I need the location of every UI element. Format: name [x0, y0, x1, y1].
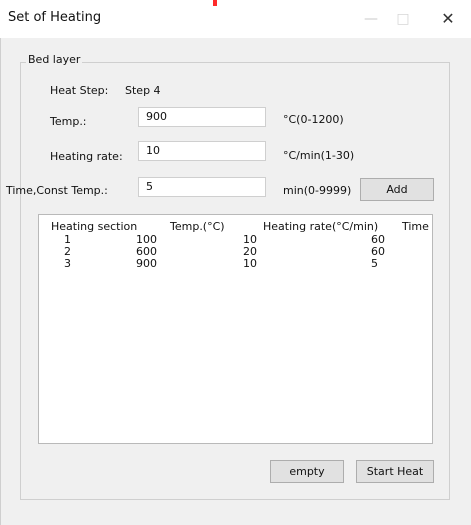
- start-heat-button[interactable]: Start Heat: [356, 460, 434, 483]
- window-left-edge: [0, 38, 1, 525]
- table-cell: 900: [136, 257, 157, 270]
- temp-range: °C(0-1200): [283, 113, 344, 126]
- time-const-label: Time,Const Temp.:: [6, 184, 108, 197]
- column-header-temp[interactable]: Temp.(°C): [170, 221, 225, 233]
- window-title: Set of Heating: [8, 10, 102, 25]
- heating-sections-table[interactable]: Heating section Temp.(°C) Heating rate(°…: [38, 214, 433, 444]
- temp-label: Temp.:: [50, 115, 87, 128]
- group-label: Bed layer: [26, 53, 83, 66]
- table-cell: 3: [64, 257, 71, 270]
- table-cell: 5: [371, 257, 378, 270]
- add-button[interactable]: Add: [360, 178, 434, 201]
- column-header-heating-rate[interactable]: Heating rate(°C/min): [263, 221, 378, 233]
- heat-step-value: Step 4: [125, 84, 161, 97]
- maximize-icon[interactable]: □: [392, 8, 414, 30]
- time-const-input[interactable]: 5: [138, 177, 266, 197]
- empty-button[interactable]: empty: [270, 460, 344, 483]
- time-const-range: min(0-9999): [283, 184, 352, 197]
- column-header-heating-section[interactable]: Heating section: [51, 221, 137, 233]
- red-marker: [213, 0, 217, 6]
- table-cell: 10: [243, 257, 257, 270]
- heating-rate-label: Heating rate:: [50, 150, 123, 163]
- heat-step-label: Heat Step:: [50, 84, 109, 97]
- close-icon[interactable]: ✕: [437, 8, 459, 30]
- temp-input[interactable]: 900: [138, 107, 266, 127]
- minimize-icon[interactable]: —: [360, 8, 382, 30]
- heating-rate-input[interactable]: 10: [138, 141, 266, 161]
- column-header-time[interactable]: Time: [402, 221, 429, 233]
- heating-rate-range: °C/min(1-30): [283, 149, 355, 162]
